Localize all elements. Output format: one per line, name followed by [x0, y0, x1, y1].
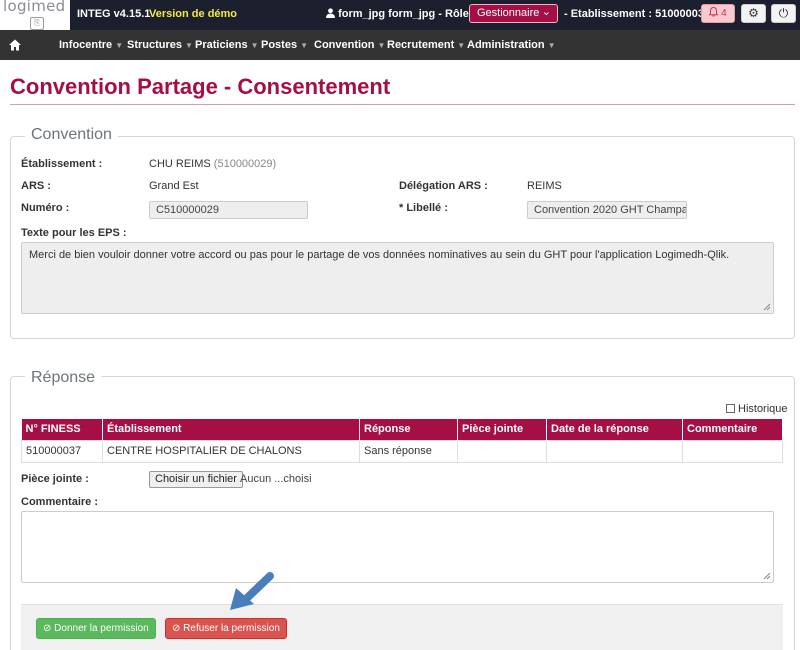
settings-button[interactable]: ⚙: [741, 4, 766, 23]
user-icon: [326, 8, 335, 18]
numero-label: Numéro :: [21, 202, 70, 214]
convention-legend: Convention: [25, 126, 118, 144]
chevron-down-icon: ⌄: [541, 6, 551, 18]
pointer-arrow-icon: [230, 572, 274, 610]
cell-finess: 510000037: [21, 439, 103, 463]
caret-down-icon: ▼: [250, 41, 259, 50]
libelle-field[interactable]: Convention 2020 GHT Champag: [527, 201, 687, 219]
commentaire-field[interactable]: [21, 511, 774, 583]
refuse-permission-label: Refuser la permission: [183, 623, 280, 634]
column-header: Commentaire: [682, 419, 783, 440]
choose-file-button[interactable]: Choisir un fichier: [149, 471, 243, 488]
title-divider: [10, 104, 795, 105]
etablissement-label: Établissement :: [21, 158, 103, 170]
historique-checkbox[interactable]: Historique: [726, 403, 788, 415]
reponse-legend: Réponse: [25, 369, 102, 387]
numero-field[interactable]: C510000029: [149, 201, 308, 219]
etablissement-code: (510000029): [213, 158, 277, 170]
commentaire-label: Commentaire :: [21, 496, 99, 508]
nav-label: Convention: [314, 39, 375, 51]
nav-item-administration[interactable]: Administration ▼: [467, 39, 556, 51]
top-bar: logimed ⎘ INTEG v4.15.1 Version de démo …: [0, 0, 800, 30]
nav-item-praticiens[interactable]: Praticiens ▼: [195, 39, 259, 51]
nav-label: Recrutement: [387, 39, 455, 51]
caret-down-icon: ▼: [457, 41, 466, 50]
nav-item-postes[interactable]: Postes ▼: [261, 39, 308, 51]
cell-etablissement: CENTRE HOSPITALIER DE CHALONS: [102, 439, 360, 463]
texte-eps-label: Texte pour les EPS :: [21, 227, 127, 239]
nav-item-recrutement[interactable]: Recrutement ▼: [387, 39, 465, 51]
nav-item-structures[interactable]: Structures ▼: [127, 39, 193, 51]
file-status: Aucun ...choisi: [240, 473, 312, 485]
user-info: form_jpg form_jpg - Rôle :: [326, 8, 476, 20]
caret-down-icon: ▼: [300, 41, 308, 50]
gear-icon: ⚙: [748, 6, 759, 20]
nav-label: Infocentre: [59, 39, 113, 51]
cell-date-reponse: [546, 439, 683, 463]
nav-item-infocentre[interactable]: Infocentre ▼: [59, 39, 123, 51]
bell-icon: [708, 6, 719, 17]
column-header: Date de la réponse: [546, 419, 683, 440]
reponse-table: N° FINESS Établissement Réponse Pièce jo…: [21, 419, 783, 463]
notifications-button[interactable]: 4: [701, 4, 735, 23]
table-header-row: N° FINESS Établissement Réponse Pièce jo…: [21, 419, 783, 440]
nav-item-convention[interactable]: Convention ▼: [314, 39, 385, 51]
logo-text: logimed: [3, 0, 66, 15]
page-title: Convention Partage - Consentement: [10, 74, 391, 99]
caret-down-icon: ▼: [377, 41, 386, 50]
nav-label: Praticiens: [195, 39, 248, 51]
ars-label: ARS :: [21, 180, 51, 192]
etablissement-info: - Etablissement : 510000037: [564, 8, 711, 20]
resize-grip-icon[interactable]: [763, 303, 771, 311]
user-role-label: form_jpg form_jpg - Rôle :: [338, 8, 476, 20]
home-icon[interactable]: [8, 38, 22, 52]
historique-label: Historique: [738, 403, 788, 415]
piece-jointe-label: Pièce jointe :: [21, 473, 89, 485]
power-icon: ⏻: [778, 6, 789, 20]
role-select[interactable]: Gestionnaire ⌄: [469, 4, 558, 23]
app-version: INTEG v4.15.1: [77, 8, 151, 20]
cell-commentaire: [682, 439, 783, 463]
notification-count: 4: [721, 8, 727, 19]
logo-mark-icon: ⎘: [30, 17, 44, 30]
check-circle-icon: ⊘: [43, 623, 52, 634]
caret-down-icon: ▼: [547, 41, 556, 50]
nav-label: Postes: [261, 39, 298, 51]
ars-value: Grand Est: [149, 180, 199, 192]
logout-button[interactable]: ⏻: [771, 4, 796, 23]
ban-icon: ⊘: [172, 623, 181, 634]
cell-reponse: Sans réponse: [359, 439, 458, 463]
table-row: 510000037 CENTRE HOSPITALIER DE CHALONS …: [21, 439, 783, 463]
nav-label: Structures: [127, 39, 183, 51]
checkbox-icon[interactable]: [726, 404, 735, 413]
libelle-label: * Libellé :: [399, 202, 448, 214]
role-value: Gestionnaire: [477, 7, 540, 19]
caret-down-icon: ▼: [185, 41, 193, 50]
etablissement-name: CHU REIMS: [149, 158, 211, 170]
cell-piece-jointe: [457, 439, 547, 463]
column-header: Établissement: [102, 419, 360, 440]
column-header: N° FINESS: [21, 419, 103, 440]
main-nav: Infocentre ▼ Structures ▼ Praticiens ▼ Post…: [0, 30, 800, 60]
column-header: Réponse: [359, 419, 458, 440]
logo[interactable]: logimed ⎘: [0, 0, 70, 30]
demo-label: Version de démo: [149, 8, 238, 20]
resize-grip-icon[interactable]: [763, 572, 771, 580]
give-permission-label: Donner la permission: [54, 623, 149, 634]
texte-eps-value: Merci de bien vouloir donner votre accor…: [29, 249, 730, 261]
delegation-value: REIMS: [527, 180, 562, 192]
refuse-permission-button[interactable]: ⊘ Refuser la permission: [165, 618, 287, 639]
caret-down-icon: ▼: [115, 41, 124, 50]
delegation-label: Délégation ARS :: [399, 180, 488, 192]
nav-label: Administration: [467, 39, 545, 51]
give-permission-button[interactable]: ⊘ Donner la permission: [36, 618, 156, 639]
texte-eps-field[interactable]: Merci de bien vouloir donner votre accor…: [21, 242, 774, 314]
column-header: Pièce jointe: [457, 419, 547, 440]
etablissement-value: CHU REIMS (510000029): [149, 158, 276, 170]
